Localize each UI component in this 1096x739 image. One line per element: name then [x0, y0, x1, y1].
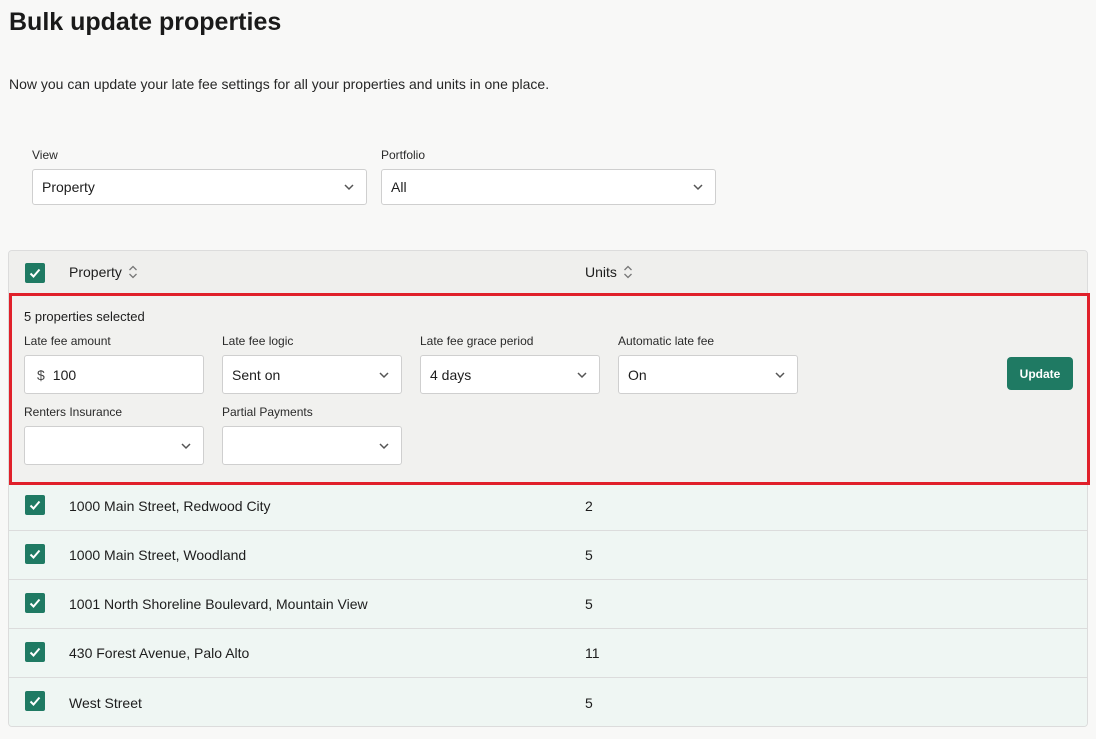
grace-period-value: 4 days [430, 366, 472, 383]
bulk-edit-panel: 5 properties selected Late fee amount $ … [9, 293, 1090, 485]
view-select[interactable]: Property [32, 169, 367, 205]
property-name: 1001 North Shoreline Boulevard, Mountain… [69, 596, 368, 612]
check-icon [29, 647, 41, 657]
chevron-down-icon [377, 439, 391, 453]
column-header-units-label: Units [585, 264, 617, 280]
chevron-down-icon [691, 180, 705, 194]
update-button[interactable]: Update [1007, 357, 1073, 390]
late-fee-logic-value: Sent on [232, 366, 281, 383]
automatic-late-fee-label: Automatic late fee [618, 334, 715, 348]
view-label: View [32, 148, 58, 162]
row-checkbox[interactable] [25, 691, 45, 711]
row-checkbox[interactable] [25, 642, 45, 662]
table-row[interactable]: 1000 Main Street, Woodland 5 [9, 531, 1087, 580]
selected-count: 5 properties selected [24, 309, 145, 324]
view-select-value: Property [42, 179, 95, 195]
row-checkbox[interactable] [25, 495, 45, 515]
page-subtitle: Now you can update your late fee setting… [9, 76, 550, 92]
check-icon [29, 268, 41, 278]
property-name: 1000 Main Street, Redwood City [69, 498, 271, 514]
unit-count: 5 [585, 694, 593, 711]
sort-icon [623, 264, 633, 280]
column-header-property-label: Property [69, 264, 122, 280]
partial-payments-select[interactable] [222, 426, 402, 465]
partial-payments-label: Partial Payments [222, 405, 313, 419]
portfolio-select[interactable]: All [381, 169, 716, 205]
row-checkbox[interactable] [25, 544, 45, 564]
late-fee-logic-label: Late fee logic [222, 334, 294, 348]
chevron-down-icon [179, 439, 193, 453]
column-header-property[interactable]: Property [69, 264, 138, 280]
grace-period-label: Late fee grace period [420, 334, 534, 348]
portfolio-select-value: All [391, 179, 407, 195]
unit-count: 2 [585, 498, 593, 514]
check-icon [29, 500, 41, 510]
chevron-down-icon [773, 368, 787, 382]
late-fee-amount-label: Late fee amount [24, 334, 111, 348]
select-all-checkbox[interactable] [25, 263, 45, 283]
unit-count: 11 [585, 645, 600, 661]
unit-count: 5 [585, 596, 593, 612]
late-fee-logic-select[interactable]: Sent on [222, 355, 402, 394]
table-row[interactable]: 1001 North Shoreline Boulevard, Mountain… [9, 580, 1087, 629]
table-header: Property Units [9, 251, 1087, 295]
renters-insurance-label: Renters Insurance [24, 405, 123, 419]
table-row[interactable]: West Street 5 [9, 678, 1087, 726]
check-icon [29, 598, 41, 608]
property-name: West Street [69, 694, 142, 711]
chevron-down-icon [575, 368, 589, 382]
check-icon [29, 696, 41, 706]
currency-symbol: $ [37, 366, 45, 383]
page-title: Bulk update properties [9, 8, 282, 36]
table-row[interactable]: 430 Forest Avenue, Palo Alto 11 [9, 629, 1087, 678]
chevron-down-icon [342, 180, 356, 194]
unit-count: 5 [585, 547, 593, 563]
row-checkbox[interactable] [25, 593, 45, 613]
grace-period-select[interactable]: 4 days [420, 355, 600, 394]
chevron-down-icon [377, 368, 391, 382]
check-icon [29, 549, 41, 559]
automatic-late-fee-select[interactable]: On [618, 355, 798, 394]
sort-icon [128, 264, 138, 280]
late-fee-amount-value: 100 [52, 366, 77, 383]
portfolio-label: Portfolio [381, 148, 426, 162]
property-name: 430 Forest Avenue, Palo Alto [69, 645, 250, 661]
automatic-late-fee-value: On [628, 366, 647, 383]
column-header-units[interactable]: Units [585, 264, 633, 280]
property-name: 1000 Main Street, Woodland [69, 547, 247, 563]
table-row[interactable]: 1000 Main Street, Redwood City 2 [9, 482, 1087, 531]
late-fee-amount-input[interactable]: $ 100 [24, 355, 204, 394]
renters-insurance-select[interactable] [24, 426, 204, 465]
